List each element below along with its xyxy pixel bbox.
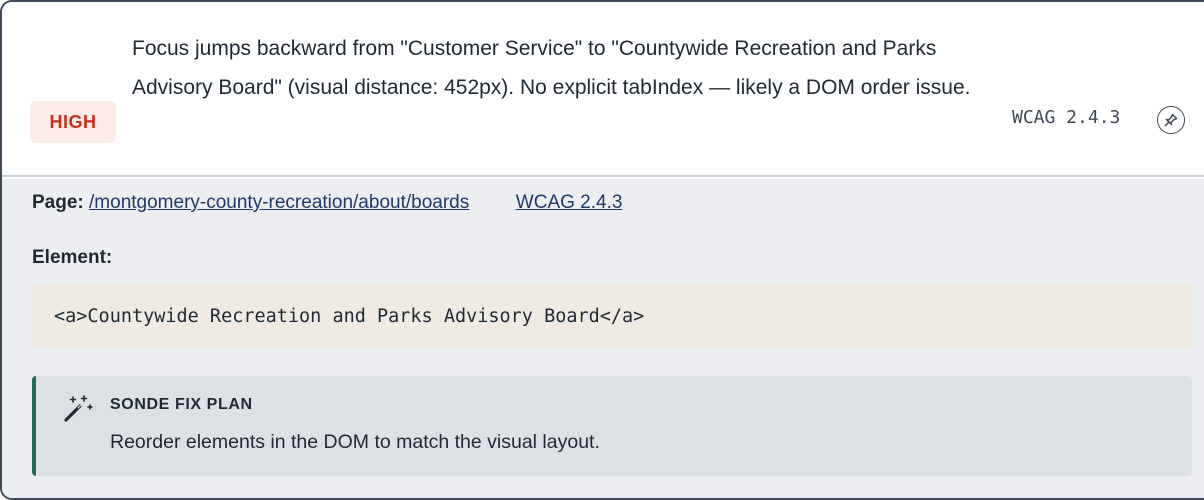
element-code: <a>Countywide Recreation and Parks Advis… <box>32 284 1192 348</box>
issue-header: HIGH Focus jumps backward from "Customer… <box>2 2 1204 177</box>
issue-details: Page: /montgomery-county-recreation/abou… <box>2 179 1204 498</box>
magic-wand-icon <box>62 394 96 429</box>
fix-plan-panel: SONDE FIX PLAN Reorder elements in the D… <box>32 376 1192 476</box>
pin-button[interactable] <box>1157 106 1185 134</box>
issue-message: Focus jumps backward from "Customer Serv… <box>132 37 971 99</box>
fix-plan-title: SONDE FIX PLAN <box>110 396 253 413</box>
element-label: Element: <box>32 247 113 268</box>
severity-badge: HIGH <box>30 101 116 143</box>
page-label: Page: <box>32 192 84 213</box>
fix-plan-text: Reorder elements in the DOM to match the… <box>110 431 600 453</box>
page-line: Page: /montgomery-county-recreation/abou… <box>32 192 622 214</box>
page-url-link[interactable]: /montgomery-county-recreation/about/boar… <box>89 192 469 213</box>
pin-icon <box>1164 113 1178 127</box>
wcag-code: WCAG 2.4.3 <box>1012 107 1121 128</box>
wcag-link[interactable]: WCAG 2.4.3 <box>516 192 623 213</box>
issue-card: HIGH Focus jumps backward from "Customer… <box>0 0 1204 500</box>
